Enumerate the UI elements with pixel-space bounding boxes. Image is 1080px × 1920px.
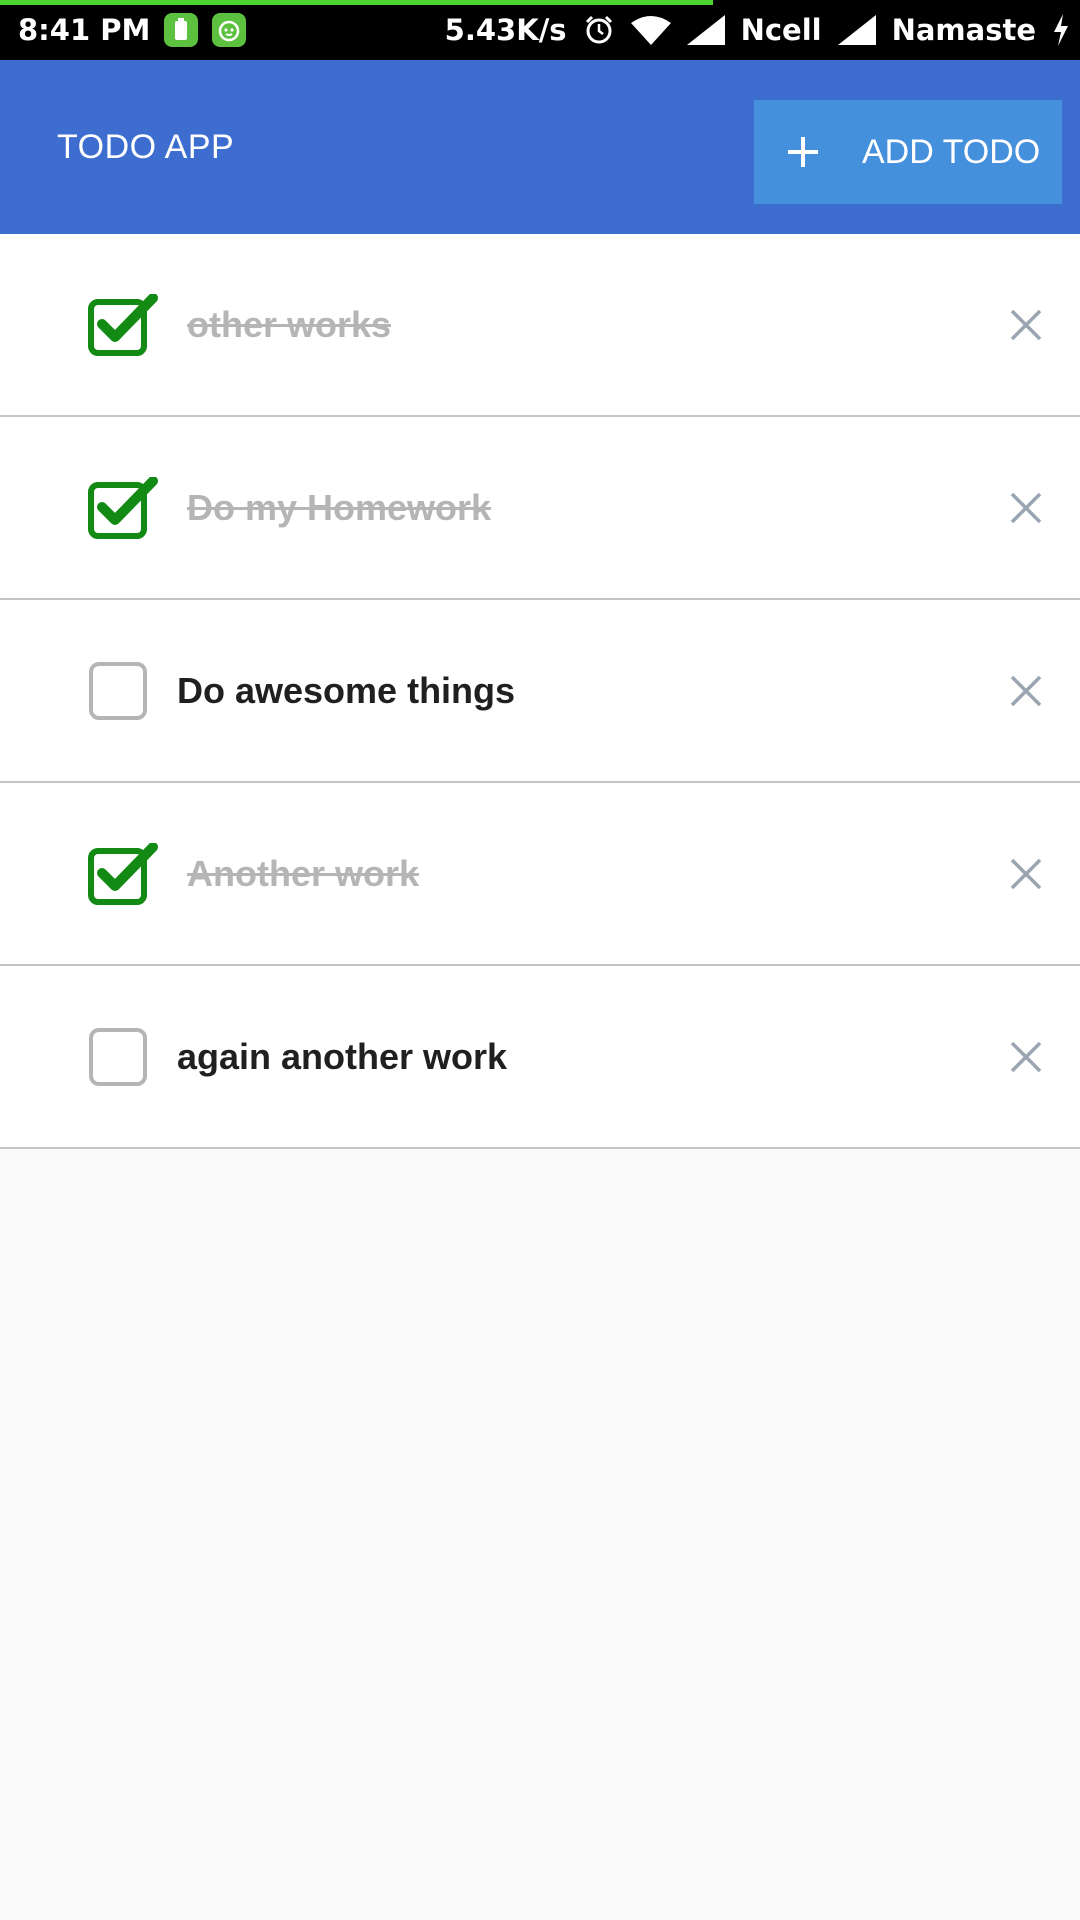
close-icon	[1010, 492, 1042, 524]
todo-text: Another work	[187, 853, 420, 894]
add-todo-label: ADD TODO	[862, 132, 1041, 171]
todo-text: other works	[187, 304, 392, 345]
checkbox-checked[interactable]	[88, 293, 158, 356]
status-time: 8:41 PM	[18, 13, 151, 47]
checkbox-unchecked[interactable]	[88, 1026, 158, 1088]
carrier-2: Namaste	[891, 13, 1036, 47]
plus-icon	[786, 135, 820, 169]
checkbox-checked[interactable]	[88, 476, 158, 539]
close-icon	[1010, 675, 1042, 707]
checkbox-checked[interactable]	[88, 842, 158, 905]
signal-icon	[686, 15, 725, 45]
app-bar: TODO APP ADD TODO	[0, 60, 1080, 234]
status-bar: 8:41 PM 5.43K/s Ncell Namaste	[0, 0, 1080, 60]
close-icon	[1010, 858, 1042, 890]
delete-button[interactable]	[1004, 303, 1048, 347]
close-icon	[1010, 309, 1042, 341]
todo-list: other works Do my Homework Do awesome th…	[0, 234, 1080, 1149]
close-icon	[1010, 1041, 1042, 1073]
android-app-icon	[212, 13, 247, 47]
todo-item: again another work	[0, 966, 1080, 1149]
delete-button[interactable]	[1004, 486, 1048, 530]
charging-icon	[1052, 14, 1070, 46]
network-speed: 5.43K/s	[444, 13, 567, 47]
checkbox-unchecked[interactable]	[88, 660, 158, 722]
delete-button[interactable]	[1004, 669, 1048, 713]
app-title: TODO APP	[57, 128, 235, 166]
alarm-icon	[583, 14, 615, 46]
todo-text: again another work	[177, 1036, 508, 1077]
todo-item: Do my Homework	[0, 417, 1080, 600]
todo-text: Do my Homework	[187, 487, 492, 528]
delete-button[interactable]	[1004, 1035, 1048, 1079]
wifi-icon	[630, 15, 671, 45]
todo-text: Do awesome things	[177, 670, 516, 711]
add-todo-button[interactable]: ADD TODO	[754, 100, 1062, 204]
delete-button[interactable]	[1004, 852, 1048, 896]
todo-item: Another work	[0, 783, 1080, 966]
signal-icon	[837, 15, 876, 45]
todo-item: other works	[0, 234, 1080, 417]
todo-item: Do awesome things	[0, 600, 1080, 783]
battery-app-icon	[164, 13, 199, 47]
carrier-1: Ncell	[740, 13, 822, 47]
